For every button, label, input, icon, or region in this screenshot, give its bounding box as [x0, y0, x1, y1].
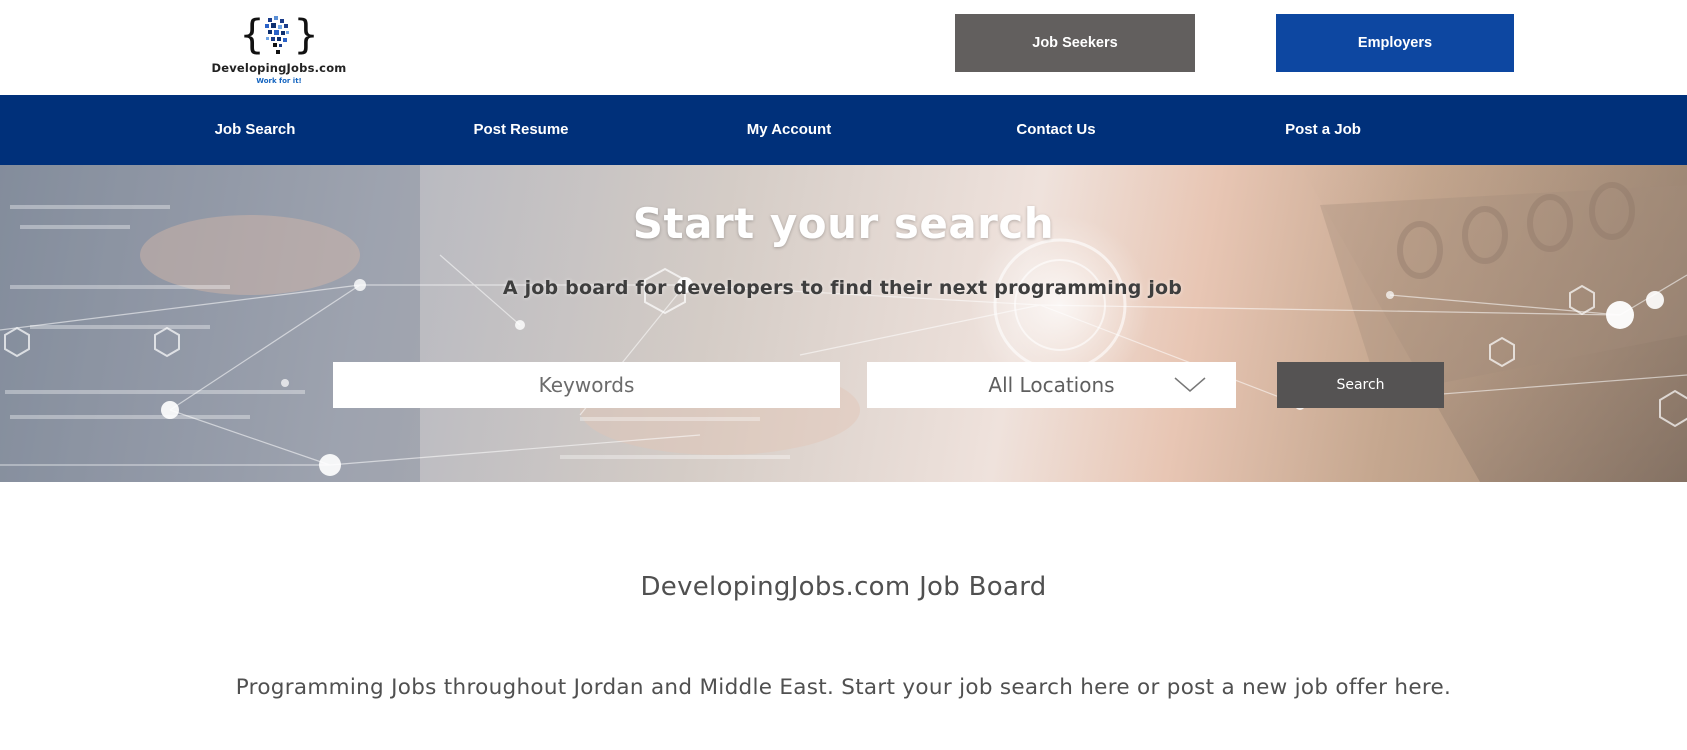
hero-title: Start your search [632, 199, 1055, 248]
board-title: DevelopingJobs.com Job Board [640, 572, 1047, 602]
hero-subtitle-text: A job board for developers to find their… [502, 277, 1183, 299]
logo-tagline: Work for it! [256, 77, 302, 85]
nav-item-post-a-job[interactable]: Post a Job [1233, 95, 1413, 165]
nav-item-job-search[interactable]: Job Search [165, 95, 345, 165]
site-logo[interactable]: { } DevelopingJobs.com Work for it! [199, 12, 359, 86]
search-button[interactable]: Search [1277, 362, 1444, 408]
nav-item-my-account[interactable]: My Account [699, 95, 879, 165]
hero-subtitle: A job board for developers to find their… [0, 277, 1687, 299]
nav-item-contact-us[interactable]: Contact Us [966, 95, 1146, 165]
intro-text: Programming Jobs throughout Jordan and M… [235, 675, 1452, 700]
site-header: { } DevelopingJobs.com Work for it! Job … [0, 0, 1687, 95]
chevron-down-icon [1174, 377, 1206, 392]
search-form: All Locations Search [0, 362, 1687, 408]
job-seekers-button[interactable]: Job Seekers [955, 14, 1195, 72]
location-select-value: All Locations [988, 373, 1115, 397]
location-select[interactable]: All Locations [867, 362, 1236, 408]
employers-button[interactable]: Employers [1276, 14, 1514, 72]
keywords-input[interactable] [333, 362, 840, 408]
svg-text:}: } [294, 12, 318, 58]
logo-name: DevelopingJobs.com [211, 61, 347, 75]
main-nav: Job Search Post Resume My Account Contac… [0, 95, 1687, 165]
svg-text:{: { [240, 12, 264, 58]
code-braces-pixel-logo-icon: { } [240, 12, 318, 58]
nav-item-post-resume[interactable]: Post Resume [466, 95, 576, 165]
hero-banner: Start your search A job board for develo… [0, 165, 1687, 482]
